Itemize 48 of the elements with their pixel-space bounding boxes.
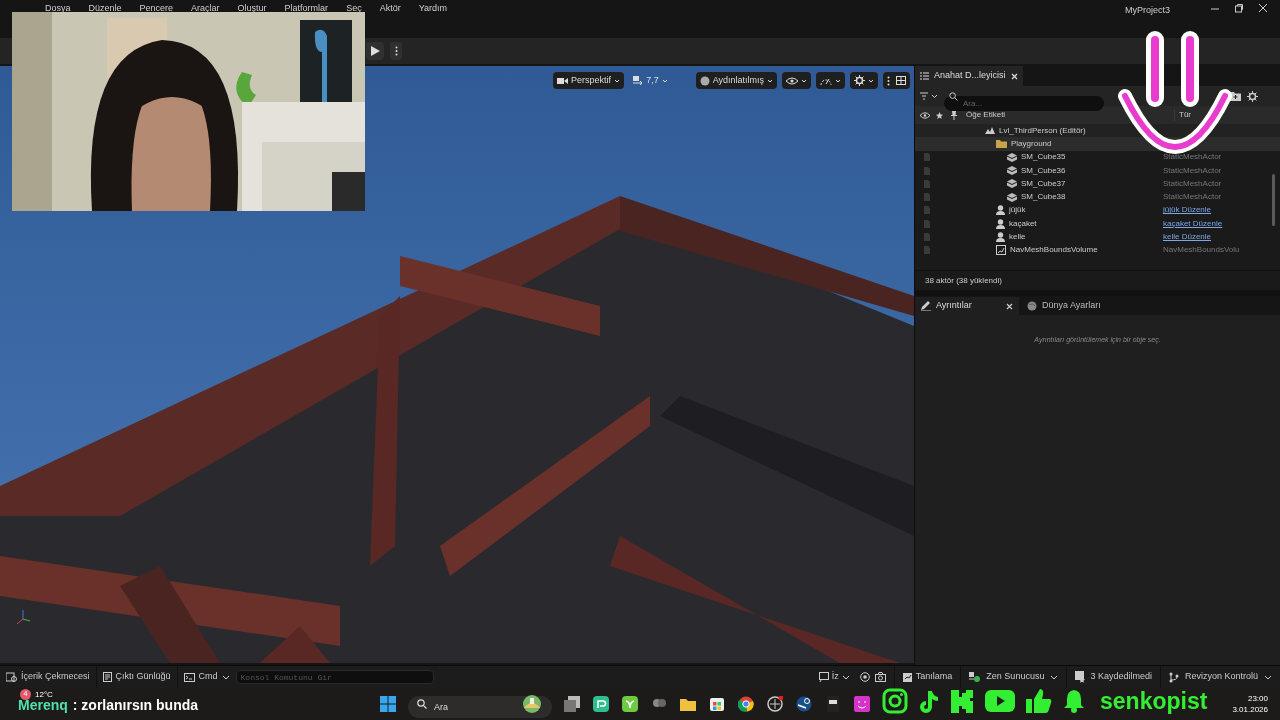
actor-count: 38 aktör (38 yüklendi)	[925, 274, 1002, 287]
actor-type: StaticMeshActor	[1163, 164, 1222, 177]
outliner-tab[interactable]: Anahat D...leyicisi	[915, 66, 1023, 86]
menu-item[interactable]: Seç	[346, 2, 362, 16]
actor-type: NavMeshBoundsVolu	[1163, 244, 1240, 257]
menu-item[interactable]: Dosya	[45, 2, 71, 16]
taskbar-search[interactable]: Ara	[408, 696, 552, 718]
tab-label: Anahat D...leyicisi	[934, 69, 1006, 83]
panel-tab[interactable]: Ayrıntılar	[915, 297, 1019, 315]
menu-item[interactable]: Oluştur	[237, 2, 267, 16]
window-title: MyProject3	[1125, 4, 1170, 17]
outliner-item[interactable]: Playground	[1011, 137, 1052, 150]
menu-item[interactable]: Aktör	[379, 2, 401, 16]
panel-tab[interactable]: Dünya Ayarları	[1021, 297, 1107, 315]
column-header[interactable]: Öğe Etiketi	[966, 109, 1174, 121]
outliner-item[interactable]: SM_Cube38	[1021, 191, 1066, 204]
lighting-mode-button[interactable]: Aydınlatılmış	[695, 72, 777, 89]
weather-temperature[interactable]: 12°C	[35, 689, 53, 701]
column-header[interactable]: Tür	[1174, 109, 1191, 121]
trace-dropdown[interactable]: İz	[814, 666, 854, 688]
chat-username: Merenq	[18, 698, 68, 712]
view-mode-button[interactable]: Perspektif	[553, 72, 625, 89]
menu-item[interactable]: Araçlar	[191, 2, 220, 16]
console-input[interactable]: Konsol Komutunu Gir	[235, 670, 434, 684]
outliner-item[interactable]: NavMeshBoundsVolume	[1010, 244, 1098, 257]
menu-item[interactable]: Yardım	[418, 2, 447, 16]
outliner-item[interactable]: jüjük	[1009, 204, 1026, 217]
edit-link[interactable]: kelle Düzenle	[1163, 231, 1212, 243]
chat-message: : zorlanırsın bunda	[72, 698, 199, 712]
menu-item[interactable]: Düzenle	[88, 2, 122, 16]
channel-name: senkopist	[1100, 689, 1208, 713]
actor-type: StaticMeshActor	[1163, 177, 1222, 190]
camera-speed-button[interactable]: 7,7	[629, 72, 672, 89]
clock-time[interactable]: 23:00	[1247, 693, 1268, 704]
edit-link[interactable]: jüjük Düzenle	[1163, 204, 1212, 217]
search-field[interactable]: Ara...	[944, 95, 1104, 111]
clock-date[interactable]: 3.01.2026	[1232, 704, 1268, 715]
outliner-item[interactable]: kelle	[1009, 231, 1026, 243]
menu-item[interactable]: Pencere	[139, 2, 174, 16]
outliner-item[interactable]: kaçaket	[1009, 217, 1037, 230]
menu-item[interactable]: Platformlar	[284, 2, 329, 16]
edit-link[interactable]: kaçaket Düzenle	[1163, 217, 1223, 230]
actor-type: StaticMeshActor	[1163, 191, 1222, 204]
outliner-item[interactable]: SM_Cube37	[1021, 177, 1066, 190]
actor-type: StaticMeshActor	[1163, 151, 1222, 164]
outliner-item[interactable]: SM_Cube36	[1021, 164, 1066, 177]
outliner-item[interactable]: SM_Cube35	[1021, 151, 1066, 164]
cmd-dropdown[interactable]: Cmd	[177, 666, 236, 688]
